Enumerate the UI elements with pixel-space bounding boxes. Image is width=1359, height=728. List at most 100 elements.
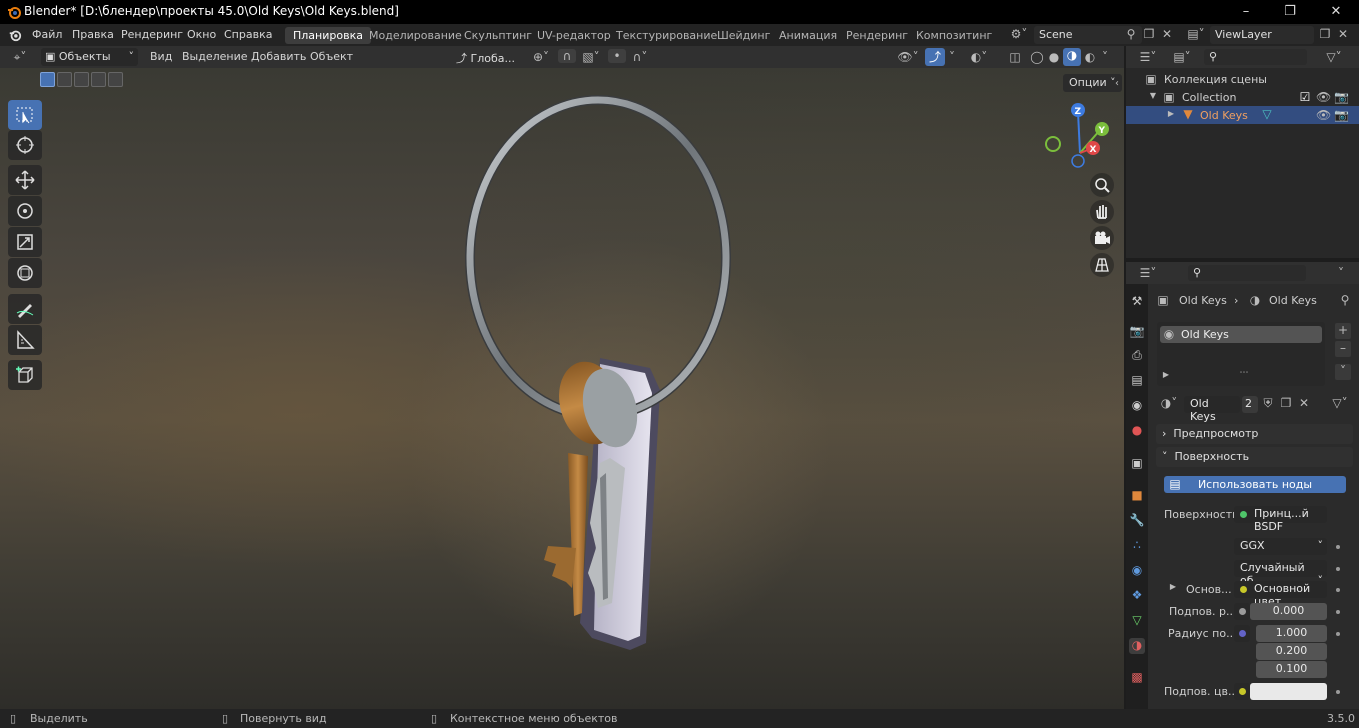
snap-target-icon[interactable]: ▧˅ bbox=[578, 50, 604, 64]
perspective-grid-icon[interactable] bbox=[1090, 253, 1114, 277]
data-tab-icon[interactable]: ▽ bbox=[1129, 613, 1145, 629]
distribution-dropdown[interactable]: GGX ˅ bbox=[1234, 538, 1327, 555]
proportional-edit-icon[interactable]: • bbox=[608, 49, 626, 63]
transform-orientation-dropdown[interactable]: ⤴ Глоба... bbox=[452, 48, 522, 66]
chevron-down-icon[interactable]: ˅ bbox=[946, 50, 958, 64]
physics-tab-icon[interactable]: ◉ bbox=[1129, 563, 1145, 579]
wireframe-shading-icon[interactable]: ◯ bbox=[1029, 50, 1045, 64]
menu-window[interactable]: Окно bbox=[187, 28, 216, 41]
delete-scene-icon[interactable]: ✕ bbox=[1160, 27, 1174, 41]
filter-icon[interactable]: ▽˅ bbox=[1321, 50, 1347, 64]
resize-handle-icon[interactable]: ⋯ bbox=[1237, 368, 1251, 378]
editor-type-icon[interactable]: ⌖˅ bbox=[6, 50, 34, 65]
subsurface-color-swatch[interactable] bbox=[1250, 683, 1327, 700]
tool-tab-icon[interactable]: ⚒ bbox=[1129, 294, 1145, 310]
pivot-point-icon[interactable]: ⊕˅ bbox=[527, 50, 555, 64]
tab-sculpting[interactable]: Скульптинг bbox=[456, 27, 540, 44]
tab-modeling[interactable]: Моделирование bbox=[361, 27, 470, 44]
camera-render-icon[interactable]: 📷 bbox=[1334, 90, 1349, 104]
3d-viewport[interactable]: Опции ˅ ‹ Z Y X bbox=[0, 68, 1124, 709]
checkbox-icon[interactable]: ☑ bbox=[1298, 90, 1312, 104]
render-tab-icon[interactable]: 📷 bbox=[1129, 324, 1145, 340]
tab-layout[interactable]: Планировка bbox=[285, 27, 371, 44]
keyring-model[interactable] bbox=[0, 68, 1124, 709]
tab-rendering[interactable]: Рендеринг bbox=[838, 27, 916, 44]
properties-editor-type-icon[interactable]: ☰˅ bbox=[1134, 266, 1162, 280]
camera-render-icon[interactable]: 📷 bbox=[1334, 108, 1349, 122]
slot-menu-icon[interactable]: ˅ bbox=[1335, 364, 1351, 380]
texture-tab-icon[interactable]: ▩ bbox=[1129, 670, 1145, 686]
snap-icon[interactable]: ∩ bbox=[558, 49, 576, 63]
keyframe-dot-icon[interactable] bbox=[1336, 588, 1340, 592]
particles-tab-icon[interactable]: ∴ bbox=[1129, 538, 1145, 554]
mode-dropdown[interactable]: ▣ Объекты ˅ bbox=[41, 48, 138, 66]
expand-arrow-icon[interactable]: ▼ bbox=[1148, 91, 1158, 100]
view-layer-field[interactable]: ViewLayer bbox=[1210, 26, 1314, 44]
tab-uv-editing[interactable]: UV-редактор bbox=[529, 27, 619, 44]
outliner-row-scene-collection[interactable]: ▣ Коллекция сцены bbox=[1126, 70, 1359, 88]
menu-view[interactable]: Вид bbox=[150, 50, 172, 63]
subsurface-color-socket-button[interactable] bbox=[1234, 683, 1250, 700]
chevron-down-icon[interactable]: ˅ bbox=[1334, 266, 1348, 280]
expand-arrow-icon[interactable]: ▶ bbox=[1161, 370, 1171, 379]
surface-shader-field[interactable]: Принц...й BSDF bbox=[1234, 506, 1327, 533]
duplicate-material-icon[interactable]: ❐ bbox=[1278, 396, 1294, 410]
remove-slot-icon[interactable]: – bbox=[1335, 341, 1351, 357]
pin-icon[interactable]: ⚲ bbox=[1338, 293, 1352, 307]
scene-tab-icon[interactable]: ◉ bbox=[1129, 398, 1145, 414]
output-tab-icon[interactable]: ⎙ bbox=[1129, 348, 1145, 364]
properties-search-input[interactable]: ⚲ bbox=[1188, 265, 1306, 281]
collection-tab-icon[interactable]: ▣ bbox=[1129, 456, 1145, 472]
constraints-tab-icon[interactable]: ❖ bbox=[1129, 588, 1145, 604]
eye-icon[interactable]: 👁 bbox=[1316, 90, 1331, 104]
use-nodes-button[interactable]: ▤ Использовать ноды bbox=[1164, 476, 1346, 493]
world-tab-icon[interactable]: ● bbox=[1129, 423, 1145, 439]
rendered-shading-icon[interactable]: ◐ bbox=[1082, 50, 1098, 64]
tab-shading[interactable]: Шейдинг bbox=[709, 27, 778, 44]
browse-material-icon[interactable]: ◑˅ bbox=[1156, 396, 1182, 410]
eye-icon[interactable]: 👁 bbox=[1316, 108, 1331, 122]
outliner-row-old-keys[interactable]: ▶ ▼ Old Keys ▽ 👁 📷 bbox=[1126, 106, 1359, 124]
zoom-icon[interactable] bbox=[1090, 173, 1114, 197]
new-scene-icon[interactable]: ❐ bbox=[1142, 27, 1156, 41]
material-tab-icon[interactable]: ◑ bbox=[1129, 638, 1145, 654]
fake-user-shield-icon[interactable]: ⛨ bbox=[1260, 396, 1276, 411]
surface-panel-header[interactable]: ˅ Поверхность bbox=[1156, 447, 1353, 467]
radius-socket-button[interactable] bbox=[1234, 625, 1250, 642]
xray-icon[interactable]: ◫ bbox=[1007, 50, 1023, 64]
maximize-button[interactable]: ❐ bbox=[1280, 3, 1300, 21]
object-tab-icon[interactable]: ■ bbox=[1129, 488, 1145, 504]
menu-edit[interactable]: Правка bbox=[72, 28, 114, 41]
close-button[interactable]: ✕ bbox=[1326, 3, 1346, 21]
blender-menu-icon[interactable] bbox=[8, 28, 22, 42]
material-preview-shading-icon[interactable]: ◑ bbox=[1063, 48, 1081, 66]
subsurface-value-field[interactable]: 0.000 bbox=[1250, 603, 1327, 620]
modifier-tab-icon[interactable]: 🔧 bbox=[1129, 513, 1145, 529]
visibility-icon[interactable]: 👁˅ bbox=[895, 50, 921, 64]
chevron-down-icon[interactable]: ˅ bbox=[1099, 50, 1111, 64]
tab-texture-paint[interactable]: Текстурирование bbox=[608, 27, 725, 44]
menu-add[interactable]: Добавить bbox=[251, 50, 306, 63]
pin-icon[interactable]: ⚲ bbox=[1124, 27, 1138, 41]
material-users-count[interactable]: 2 bbox=[1242, 396, 1258, 413]
keyframe-dot-icon[interactable] bbox=[1336, 545, 1340, 549]
keyframe-dot-icon[interactable] bbox=[1336, 610, 1340, 614]
radius-y-field[interactable]: 0.200 bbox=[1256, 643, 1327, 660]
menu-object[interactable]: Объект bbox=[310, 50, 353, 63]
base-color-field[interactable]: Основной цвет bbox=[1234, 581, 1327, 608]
pan-hand-icon[interactable] bbox=[1090, 200, 1114, 224]
outliner-editor-type-icon[interactable]: ☰˅ bbox=[1134, 50, 1162, 64]
expand-arrow-icon[interactable]: ▶ bbox=[1168, 582, 1178, 591]
falloff-icon[interactable]: ∩˅ bbox=[628, 50, 652, 64]
keyframe-dot-icon[interactable] bbox=[1336, 632, 1340, 636]
view-layer-selector-icon[interactable]: ▤˅ bbox=[1184, 27, 1208, 41]
menu-render[interactable]: Рендеринг bbox=[121, 28, 183, 41]
outliner-search-input[interactable]: ⚲ bbox=[1204, 49, 1307, 65]
material-name-field[interactable]: Old Keys bbox=[1184, 396, 1240, 423]
add-slot-icon[interactable]: + bbox=[1335, 323, 1351, 339]
menu-select[interactable]: Выделение bbox=[182, 50, 248, 63]
preview-panel-header[interactable]: › Предпросмотр bbox=[1156, 424, 1353, 444]
view-layer-tab-icon[interactable]: ▤ bbox=[1129, 373, 1145, 389]
menu-file[interactable]: Файл bbox=[32, 28, 62, 41]
tab-compositing[interactable]: Композитинг bbox=[908, 27, 1000, 44]
